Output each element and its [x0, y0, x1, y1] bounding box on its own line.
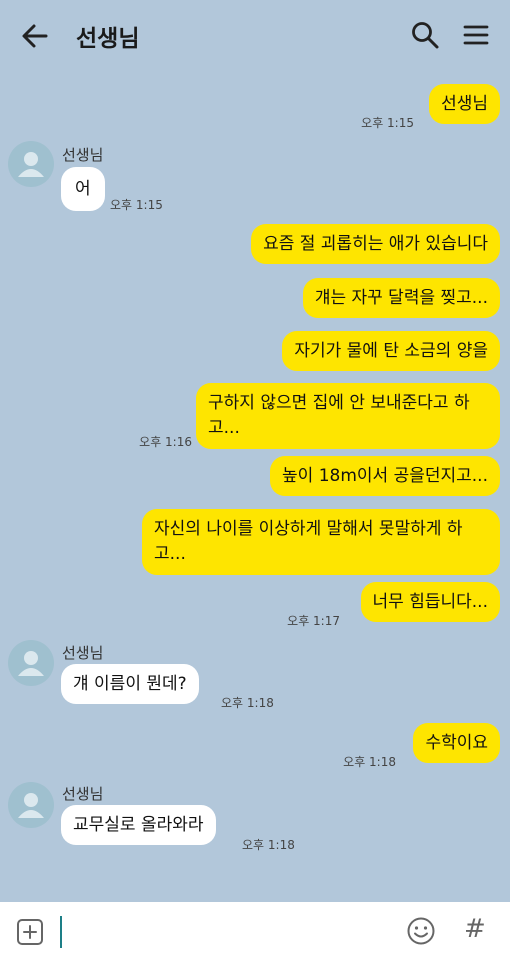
message-time: 오후 1:18: [242, 838, 295, 852]
their-message-bubble[interactable]: 어: [61, 167, 105, 211]
my-message-bubble[interactable]: 걔는 자꾸 달력을 찢고...: [302, 278, 500, 318]
sender-name: 선생님: [62, 644, 104, 662]
message-time: 오후 1:18: [221, 696, 274, 710]
avatar[interactable]: [8, 640, 54, 686]
my-message-bubble[interactable]: 수학이요: [413, 723, 500, 763]
default-profile-icon: [18, 152, 44, 177]
menu-icon[interactable]: [462, 21, 490, 49]
message-time: 오후 1:17: [287, 614, 340, 628]
default-profile-icon: [18, 651, 44, 676]
sender-name: 선생님: [62, 785, 104, 803]
my-message-bubble[interactable]: 너무 힘듭니다...: [360, 582, 500, 622]
their-message-bubble[interactable]: 걔 이름이 뭔데?: [61, 664, 199, 704]
plus-square-icon[interactable]: [16, 918, 44, 946]
smiley-icon[interactable]: [406, 916, 436, 946]
text-cursor: [60, 916, 62, 948]
chat-title: 선생님: [76, 26, 140, 52]
message-composer: #: [0, 902, 510, 960]
my-message-bubble[interactable]: 구하지 않으면 집에 안 보내준다고 하고...: [196, 383, 500, 449]
my-message-bubble[interactable]: 요즘 절 괴롭히는 애가 있습니다: [251, 224, 500, 264]
my-message-bubble[interactable]: 선생님: [429, 84, 500, 124]
my-message-bubble[interactable]: 자신의 나이를 이상하게 말해서 못말하게 하고...: [142, 509, 500, 575]
message-time: 오후 1:16: [139, 435, 192, 449]
arrow-left-icon[interactable]: [20, 22, 50, 50]
message-time: 오후 1:15: [110, 198, 163, 212]
sender-name: 선생님: [62, 146, 104, 164]
avatar[interactable]: [8, 141, 54, 187]
avatar[interactable]: [8, 782, 54, 828]
chat-header: 선생님: [0, 0, 510, 70]
my-message-bubble[interactable]: 자기가 물에 탄 소금의 양을: [282, 331, 500, 371]
their-message-bubble[interactable]: 교무실로 올라와라: [61, 805, 216, 845]
message-time: 오후 1:18: [343, 755, 396, 769]
search-icon[interactable]: [410, 20, 440, 50]
default-profile-icon: [18, 793, 44, 818]
message-input[interactable]: [58, 912, 388, 952]
hash-button[interactable]: #: [464, 914, 486, 944]
message-time: 오후 1:15: [361, 116, 414, 130]
my-message-bubble[interactable]: 높이 18m이서 공을던지고...: [270, 456, 500, 496]
